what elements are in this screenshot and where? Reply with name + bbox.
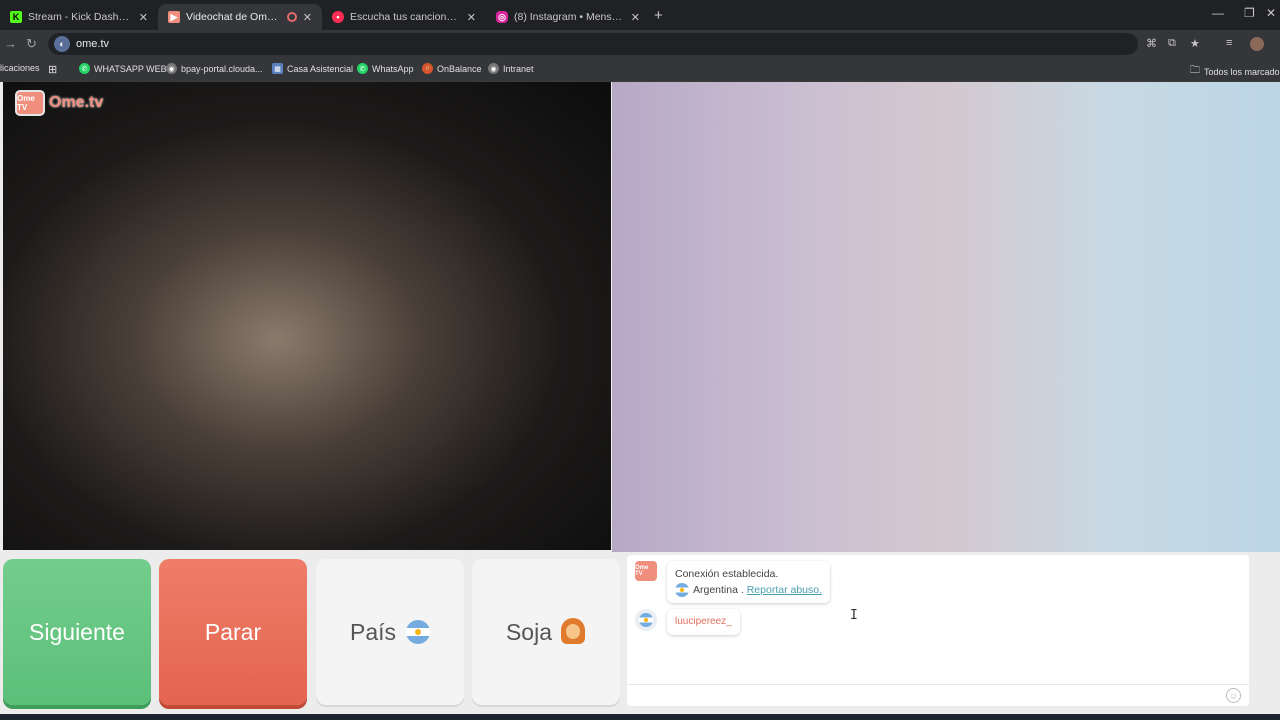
ometv-logo: Ome TV Ome.tv [15,90,103,116]
argentina-flag-icon [639,613,653,627]
translate-icon[interactable]: ⌘ [1146,37,1157,50]
bookmark-label: bpay-portal.clouda... [181,63,263,74]
close-icon[interactable]: ✕ [303,11,312,24]
stranger-avatar [635,609,657,631]
restore-icon[interactable]: ❐ [1244,6,1255,20]
all-bookmarks[interactable]: 🗀 Todos los marcador [1190,63,1280,80]
whatsapp-icon: ✆ [357,63,368,74]
bookmark-label: OnBalance [437,63,482,74]
bookmark-label: licaciones [0,63,40,73]
chat-panel: Ome TV Conexión establecida. Argentina .… [627,555,1249,706]
install-app-icon[interactable]: ⧉ [1168,37,1176,50]
stop-label: Parar [204,618,262,645]
next-button[interactable]: Siguiente [3,559,151,705]
tab-ometv[interactable]: ▶ Videochat de OmeTV: una ✕ [158,4,322,30]
report-abuse-link[interactable]: Reportar abuso. [747,582,822,598]
instagram-icon: ◎ [496,11,508,23]
close-icon[interactable]: ✕ [139,11,148,24]
apps-grid-icon[interactable]: ⊞ [48,63,57,76]
next-label: Siguiente [29,618,125,645]
system-message: Ome TV Conexión establecida. Argentina .… [635,561,831,603]
whatsapp-icon: ✆ [79,63,90,74]
connection-text: Conexión establecida. [675,568,779,580]
tab-instagram[interactable]: ◎ (8) Instagram • Mensajes ✕ [486,4,650,30]
url-text: ome.tv [76,38,110,50]
bookmark-whatsapp[interactable]: ✆ WhatsApp [357,63,414,74]
reload-icon[interactable]: ↻ [26,36,37,52]
text-cursor-icon: I [850,608,858,623]
bookmark-casa-asistencial[interactable]: ▦ Casa Asistencial [272,63,353,74]
bookmark-label: WHATSAPP WEB [94,63,167,74]
tab-title: (8) Instagram • Mensajes [514,11,625,23]
chat-input[interactable]: ☺ [627,684,1249,706]
country-text: Argentina . [693,584,744,596]
media-control-icon[interactable]: ≡ [1226,37,1232,49]
new-tab-icon[interactable]: + [654,7,663,24]
bookmark-label: Intranet [503,63,534,74]
browser-toolbar: → ↻ ◐ ome.tv ⌘ ⧉ ★ ≡ [0,30,1280,58]
kick-icon: K [10,11,22,23]
bookmark-label: Casa Asistencial [287,63,354,74]
grid-icon: ▦ [272,63,283,74]
logo-wordmark: Ome.tv [49,94,104,111]
ometv-avatar: Ome TV [635,561,657,581]
bookmark-star-icon[interactable]: ★ [1190,37,1200,50]
argentina-flag-icon [406,620,431,644]
taskbar [0,714,1280,720]
bookmark-bpay[interactable]: ◉ bpay-portal.clouda... [166,63,263,74]
bookmark-whatsapp-web[interactable]: ✆ WHATSAPP WEB [79,63,167,74]
globe-icon: ◉ [166,63,177,74]
page-content: Ome TV Ome.tv Siguiente Parar País Soja … [0,82,1280,720]
stop-button[interactable]: Parar [159,559,307,705]
gender-label: Soja [505,618,553,645]
bookmark-onbalance[interactable]: ○ OnBalance [422,63,482,74]
site-info-icon[interactable]: ◐ [54,36,70,52]
bookmark-intranet[interactable]: ◉ Intranet [488,63,534,74]
country-button[interactable]: País [316,559,464,705]
profile-avatar[interactable] [1250,37,1264,51]
country-label: País [349,618,397,645]
onbalance-icon: ○ [422,63,433,74]
bookmark-label: Todos los marcador [1204,66,1280,77]
system-bubble: Conexión establecida. Argentina . Report… [667,561,831,603]
ometv-icon: ▶ [168,11,180,23]
gender-button[interactable]: Soja [472,559,620,705]
user-message: luucipereez_ [635,609,740,635]
user-bubble: luucipereez_ [667,609,740,635]
bookmarks-bar: licaciones ⊞ ✆ WHATSAPP WEB ◉ bpay-portal.… [0,58,1280,82]
recording-icon [286,12,297,22]
tab-strip: K Stream - Kick Dashboard ✕ ▶ Videochat … [0,0,1280,30]
bookmark-label: WhatsApp [372,63,414,74]
woman-icon [560,618,586,646]
close-window-icon[interactable]: ✕ [1266,6,1276,20]
stranger-video: Ome TV Ome.tv [3,82,611,550]
address-bar[interactable]: ◐ ome.tv [48,33,1138,55]
minimize-icon[interactable]: — [1212,6,1224,20]
tab-music[interactable]: • Escucha tus canciones y álbum ✕ [322,4,486,30]
argentina-flag-icon [675,583,689,597]
globe-icon: ◉ [488,63,499,74]
bookmark-apps[interactable]: licaciones [0,63,40,73]
music-icon: • [332,11,344,23]
close-icon[interactable]: ✕ [467,11,476,24]
forward-icon[interactable]: → [4,36,17,51]
logo-badge: Ome TV [15,90,45,116]
tab-title: Escucha tus canciones y álbum [350,11,461,23]
tab-kick[interactable]: K Stream - Kick Dashboard ✕ [0,4,158,30]
folder-icon: 🗀 [1190,65,1200,76]
tab-title: Videochat de OmeTV: una [186,11,283,23]
close-icon[interactable]: ✕ [631,11,640,24]
emoji-icon[interactable]: ☺ [1226,688,1241,703]
self-video [612,82,1280,552]
tab-title: Stream - Kick Dashboard [28,11,133,23]
